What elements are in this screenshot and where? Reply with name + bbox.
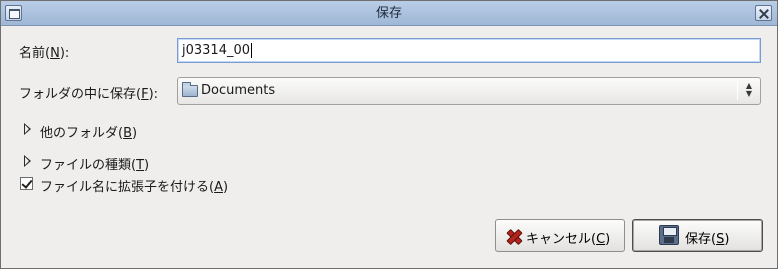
save-button-label: 保存(S)	[685, 232, 730, 247]
folder-combo[interactable]: Documents ▲ ▼	[177, 77, 761, 105]
name-label: 名前(N):	[19, 46, 70, 61]
filename-value: j03314_00	[182, 43, 251, 58]
expander-arrow-icon	[24, 155, 31, 167]
folder-combo-value: Documents	[201, 83, 276, 98]
cancel-x-icon	[506, 228, 521, 243]
save-in-folder-label: フォルダの中に保存(F):	[19, 87, 159, 102]
folder-icon	[182, 82, 198, 97]
expander-arrow-icon	[24, 123, 31, 135]
text-caret	[251, 43, 253, 58]
combo-separator	[737, 82, 738, 100]
cancel-button[interactable]: キャンセル(C)	[495, 219, 625, 252]
cancel-button-label: キャンセル(C)	[526, 232, 611, 247]
add-extension-checkbox[interactable]	[20, 177, 33, 190]
close-icon[interactable]	[755, 5, 772, 21]
window-title: 保存	[375, 6, 402, 21]
title-bar[interactable]: 保存	[1, 1, 777, 26]
save-dialog: 保存 名前(N): j03314_00 フォルダの中に保存(F): Docume…	[0, 0, 778, 269]
save-button[interactable]: 保存(S)	[632, 219, 763, 252]
add-extension-label: ファイル名に拡張子を付ける(A)	[40, 180, 229, 195]
updown-arrows-icon: ▲ ▼	[745, 81, 753, 98]
floppy-disk-icon	[659, 225, 679, 245]
filename-input[interactable]: j03314_00	[177, 38, 761, 63]
file-type-label: ファイルの種類(T)	[40, 158, 150, 173]
other-folders-label: 他のフォルダ(B)	[40, 126, 138, 141]
